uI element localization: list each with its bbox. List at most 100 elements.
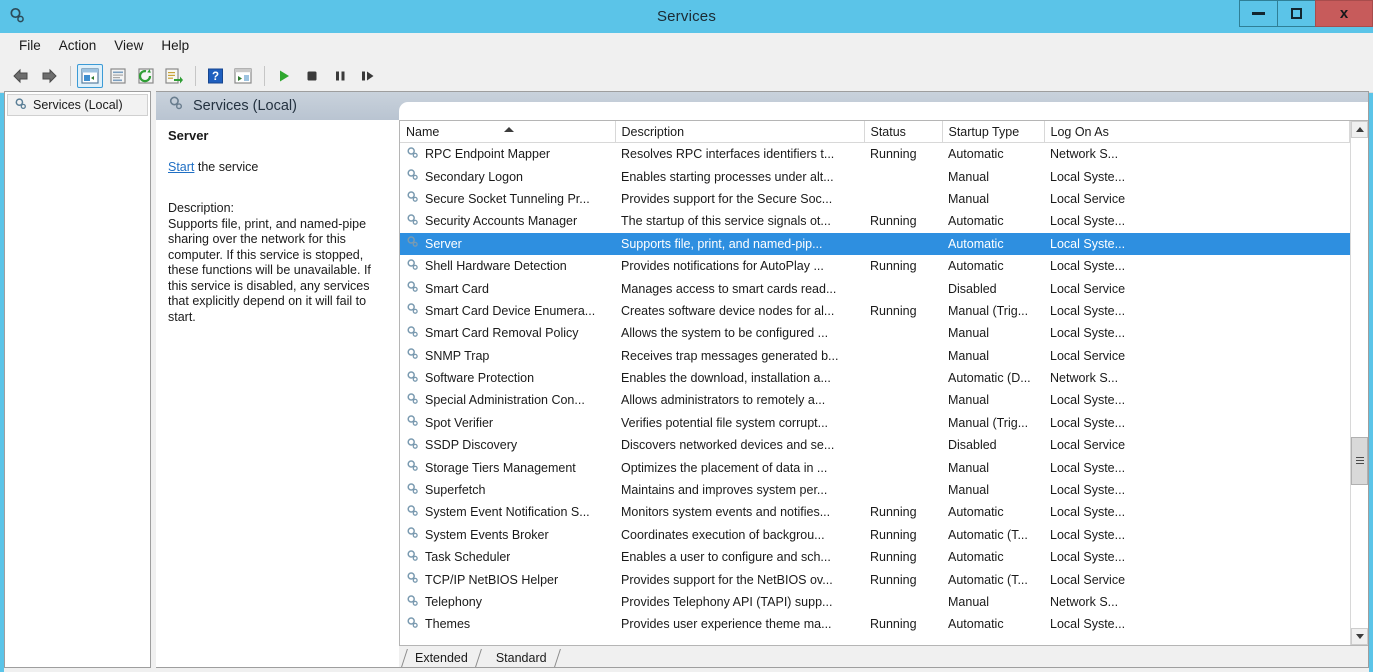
cell-service-name: Task Scheduler [400,546,615,568]
start-service-link[interactable]: Start [168,160,194,174]
pause-service-button[interactable] [327,64,353,88]
show-console-tree-button[interactable] [77,64,103,88]
back-button[interactable] [8,64,34,88]
table-row[interactable]: TelephonyProvides Telephony API (TAPI) s… [400,591,1350,613]
services-table: Name Description Status Startup Type Log… [400,121,1350,636]
cell-description: Enables the download, installation a... [615,367,864,389]
close-button[interactable]: x [1315,0,1373,27]
column-header-log-on-as[interactable]: Log On As [1044,121,1350,143]
scroll-down-button[interactable] [1351,628,1368,645]
cell-startup-type: Automatic (T... [942,524,1044,546]
cell-log-on-as: Local Syste... [1044,255,1350,277]
table-row[interactable]: Smart Card Removal PolicyAllows the syst… [400,322,1350,344]
table-row[interactable]: SuperfetchMaintains and improves system … [400,479,1350,501]
cell-log-on-as: Local Syste... [1044,456,1350,478]
service-gear-icon [406,571,420,588]
service-gear-icon [406,302,420,319]
cell-service-name: Shell Hardware Detection [400,255,615,277]
show-hide-pane-button[interactable] [230,64,256,88]
stop-service-button[interactable] [299,64,325,88]
cell-status: Running [864,143,942,166]
cell-status: Running [864,300,942,322]
cell-service-name: Storage Tiers Management [400,456,615,478]
cell-service-name: Themes [400,613,615,635]
table-row[interactable]: SSDP DiscoveryDiscovers networked device… [400,434,1350,456]
service-gear-icon [406,258,420,275]
help-button[interactable]: ? [202,64,228,88]
table-row[interactable]: RPC Endpoint MapperResolves RPC interfac… [400,143,1350,166]
sidebar-item-services-local[interactable]: Services (Local) [7,94,148,116]
play-icon [276,68,292,84]
vertical-scrollbar[interactable] [1350,121,1368,645]
table-row[interactable]: SNMP TrapReceives trap messages generate… [400,345,1350,367]
table-row[interactable]: Secure Socket Tunneling Pr...Provides su… [400,188,1350,210]
cell-log-on-as: Local Syste... [1044,412,1350,434]
cell-service-name: Smart Card Removal Policy [400,322,615,344]
table-row[interactable]: Task SchedulerEnables a user to configur… [400,546,1350,568]
table-row[interactable]: Spot VerifierVerifies potential file sys… [400,412,1350,434]
service-gear-icon [406,594,420,611]
service-name-label: Superfetch [425,483,485,497]
minimize-button[interactable] [1239,0,1277,27]
table-row[interactable]: Storage Tiers ManagementOptimizes the pl… [400,456,1350,478]
service-gear-icon [406,459,420,476]
menu-help[interactable]: Help [152,36,198,55]
tab-standard-label: Standard [496,651,547,665]
column-header-status[interactable]: Status [864,121,942,143]
menu-file[interactable]: File [10,36,50,55]
maximize-button[interactable] [1277,0,1315,27]
table-row[interactable]: TCP/IP NetBIOS HelperProvides support fo… [400,568,1350,590]
restart-service-button[interactable] [355,64,381,88]
table-row[interactable]: ThemesProvides user experience theme ma.… [400,613,1350,635]
table-row[interactable]: System Events BrokerCoordinates executio… [400,524,1350,546]
export-icon [165,68,183,84]
forward-button[interactable] [36,64,62,88]
cell-description: Supports file, print, and named-pip... [615,233,864,255]
service-gear-icon [406,504,420,521]
tab-standard[interactable]: Standard [482,648,561,667]
table-row[interactable]: Security Accounts ManagerThe startup of … [400,210,1350,232]
table-row[interactable]: System Event Notification S...Monitors s… [400,501,1350,523]
export-list-button[interactable] [161,64,187,88]
column-header-name[interactable]: Name [400,121,615,143]
cell-status: Running [864,568,942,590]
scrollbar-thumb[interactable] [1351,437,1368,485]
service-name-label: Telephony [425,595,482,609]
table-row[interactable]: Smart Card Device Enumera...Creates soft… [400,300,1350,322]
cell-log-on-as: Local Service [1044,277,1350,299]
table-row[interactable]: Shell Hardware DetectionProvides notific… [400,255,1350,277]
column-header-description[interactable]: Description [615,121,864,143]
table-row[interactable]: Software ProtectionEnables the download,… [400,367,1350,389]
refresh-button[interactable] [133,64,159,88]
service-name-label: Spot Verifier [425,416,493,430]
toolbar-separator [195,66,196,86]
service-gear-icon [406,616,420,633]
column-header-startup-type[interactable]: Startup Type [942,121,1044,143]
toolbar-separator [70,66,71,86]
table-row[interactable]: Special Administration Con...Allows admi… [400,389,1350,411]
table-row[interactable]: Smart CardManages access to smart cards … [400,277,1350,299]
tab-extended[interactable]: Extended [401,648,482,667]
cell-description: Resolves RPC interfaces identifiers t... [615,143,864,166]
menu-action[interactable]: Action [50,36,106,55]
cell-status: Running [864,501,942,523]
service-gear-icon [406,190,420,207]
scroll-up-button[interactable] [1351,121,1368,138]
cell-log-on-as: Local Syste... [1044,501,1350,523]
properties-button[interactable] [105,64,131,88]
cell-log-on-as: Local Syste... [1044,524,1350,546]
cell-startup-type: Manual (Trig... [942,300,1044,322]
start-service-button[interactable] [271,64,297,88]
table-row[interactable]: Secondary LogonEnables starting processe… [400,165,1350,187]
cell-status: Running [864,524,942,546]
svg-text:?: ? [211,71,218,83]
menu-view[interactable]: View [105,36,152,55]
cell-log-on-as: Local Syste... [1044,233,1350,255]
cell-startup-type: Manual [942,188,1044,210]
cell-description: Enables a user to configure and sch... [615,546,864,568]
table-row[interactable]: ServerSupports file, print, and named-pi… [400,233,1350,255]
cell-service-name: TCP/IP NetBIOS Helper [400,568,615,590]
cell-status [864,412,942,434]
scrollbar-track[interactable] [1351,138,1368,628]
cell-log-on-as: Local Service [1044,345,1350,367]
